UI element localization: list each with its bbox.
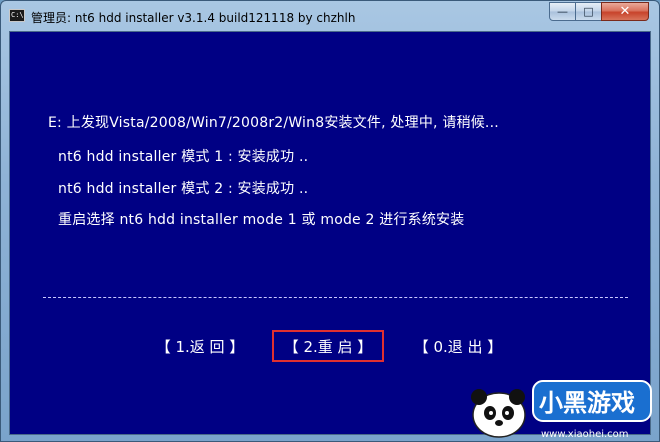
watermark-brand: 小黑游戏 (539, 389, 635, 417)
close-icon: ✕ (619, 4, 631, 19)
close-button[interactable]: ✕ (601, 2, 649, 21)
restart-menu-button[interactable]: 【 2.重 启 】 (272, 330, 384, 362)
title-bar[interactable]: C:\ 管理员: nt6 hdd installer v3.1.4 build1… (1, 1, 659, 31)
menu-divider (43, 297, 628, 298)
restart-menu-label: 【 2.重 启 】 (283, 337, 373, 356)
exit-menu-label: 【 0.退 出 】 (413, 337, 503, 356)
exit-menu-button[interactable]: 【 0.退 出 】 (404, 330, 512, 362)
console-line-1: E: 上发现Vista/2008/Win7/2008r2/Win8安装文件, 处… (48, 115, 499, 131)
watermark-url: www.xiaohei.com (541, 429, 629, 440)
panda-mascot-icon (471, 389, 526, 438)
maximize-icon: □ (583, 5, 594, 18)
console-line-2: nt6 hdd installer 模式 1 : 安装成功 .. (58, 149, 309, 165)
maximize-button[interactable]: □ (575, 2, 602, 21)
console-line-3: nt6 hdd installer 模式 2 : 安装成功 .. (58, 181, 309, 197)
console-line-4: 重启选择 nt6 hdd installer mode 1 或 mode 2 进… (58, 212, 465, 228)
console-window: C:\ 管理员: nt6 hdd installer v3.1.4 build1… (0, 0, 660, 442)
back-menu-button[interactable]: 【 1.返 回 】 (146, 330, 254, 362)
back-menu-label: 【 1.返 回 】 (155, 337, 245, 356)
window-title: 管理员: nt6 hdd installer v3.1.4 build12111… (31, 11, 356, 25)
console-app-icon: C:\ (9, 9, 25, 22)
watermark-logo: 小黑游戏 www.xiaohei.com (471, 380, 652, 440)
minimize-icon: — (557, 5, 568, 18)
minimize-button[interactable]: — (549, 2, 576, 21)
